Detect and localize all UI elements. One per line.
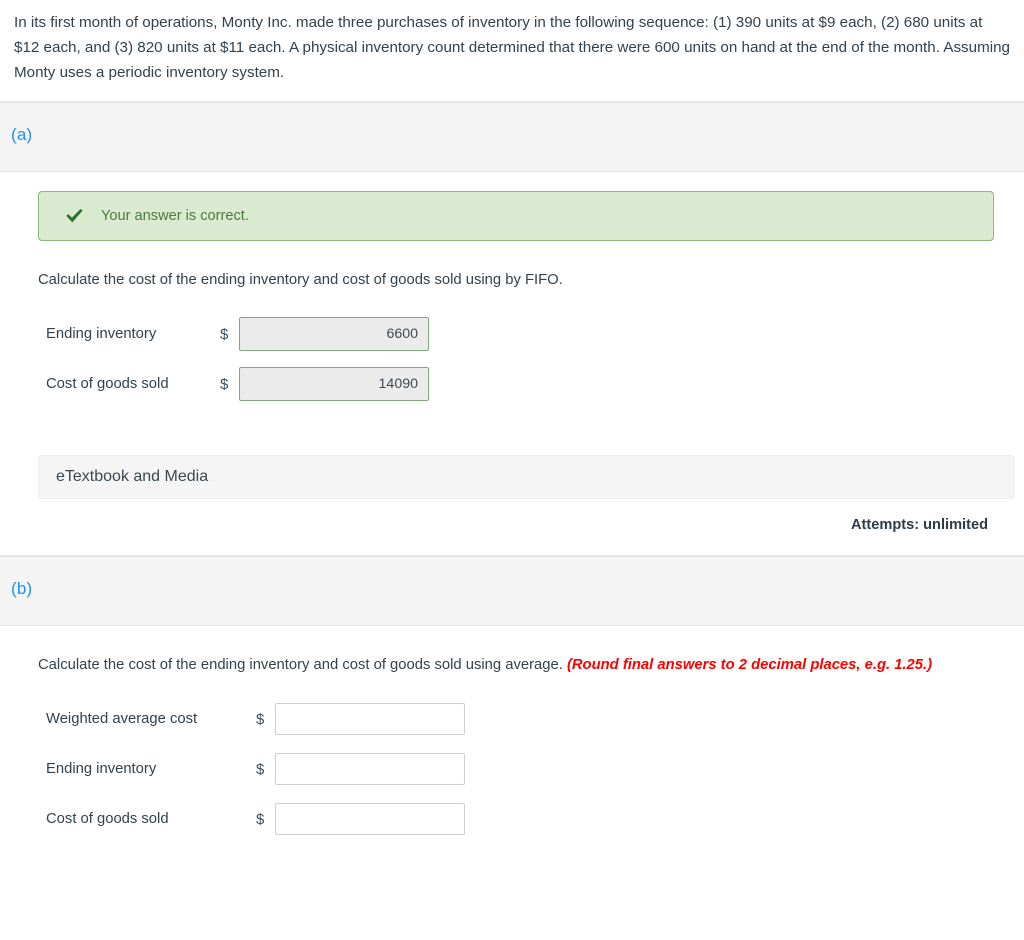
part-a-answer-rows: Ending inventory $ Cost of goods sold $ — [46, 309, 1010, 409]
answer-correct-banner: Your answer is correct. — [38, 191, 994, 241]
part-a-prompt-text: Calculate the cost of the ending invento… — [38, 272, 563, 288]
answer-row-ending-inventory-avg: Ending inventory $ — [46, 744, 1010, 794]
currency-symbol: $ — [256, 810, 265, 828]
part-b-header: (b) — [0, 556, 1024, 626]
etextbook-and-media-label: eTextbook and Media — [56, 468, 209, 485]
answer-row-ending-inventory: Ending inventory $ — [46, 309, 1010, 359]
question-stem: In its first month of operations, Monty … — [14, 14, 1010, 81]
currency-symbol: $ — [256, 760, 265, 778]
etextbook-and-media-button[interactable]: eTextbook and Media — [38, 455, 1014, 499]
weighted-average-cost-input[interactable] — [275, 703, 465, 735]
part-a-prompt: Calculate the cost of the ending invento… — [38, 269, 1010, 291]
cost-of-goods-sold-input-average[interactable] — [275, 803, 465, 835]
part-a-header: (a) — [0, 102, 1024, 172]
part-b-rounding-note: (Round final answers to 2 decimal places… — [566, 657, 933, 673]
currency-symbol: $ — [220, 325, 229, 343]
part-a-spacer — [14, 533, 1010, 555]
answer-row-cost-of-goods-sold-avg: Cost of goods sold $ — [46, 794, 1010, 844]
row-label-ending-inventory-avg: Ending inventory — [46, 761, 157, 777]
part-a-body: Your answer is correct. Calculate the co… — [0, 191, 1024, 555]
part-b-prompt: Calculate the cost of the ending invento… — [38, 654, 1010, 676]
check-icon — [57, 208, 91, 224]
row-label-ending-inventory: Ending inventory — [46, 326, 157, 342]
row-label-cost-of-goods-sold: Cost of goods sold — [46, 376, 169, 392]
currency-symbol: $ — [220, 375, 229, 393]
answer-correct-text: Your answer is correct. — [101, 208, 249, 224]
attempts-status: Attempts: unlimited — [850, 517, 988, 533]
part-b-answer-rows: Weighted average cost $ Ending inventory… — [46, 694, 1010, 844]
part-b-prompt-text: Calculate the cost of the ending invento… — [38, 657, 563, 673]
part-a-label: (a) — [11, 125, 33, 144]
row-label-weighted-average-cost: Weighted average cost — [46, 711, 198, 727]
ending-inventory-input-fifo[interactable] — [239, 317, 429, 351]
currency-symbol: $ — [256, 710, 265, 728]
row-label-cost-of-goods-sold-avg: Cost of goods sold — [46, 811, 169, 827]
ending-inventory-input-average[interactable] — [275, 753, 465, 785]
cost-of-goods-sold-input-fifo[interactable] — [239, 367, 429, 401]
part-b-label: (b) — [11, 579, 33, 598]
answer-row-cost-of-goods-sold: Cost of goods sold $ — [46, 359, 1010, 409]
part-b-body: Calculate the cost of the ending invento… — [0, 654, 1024, 844]
answer-row-weighted-average-cost: Weighted average cost $ — [46, 694, 1010, 744]
